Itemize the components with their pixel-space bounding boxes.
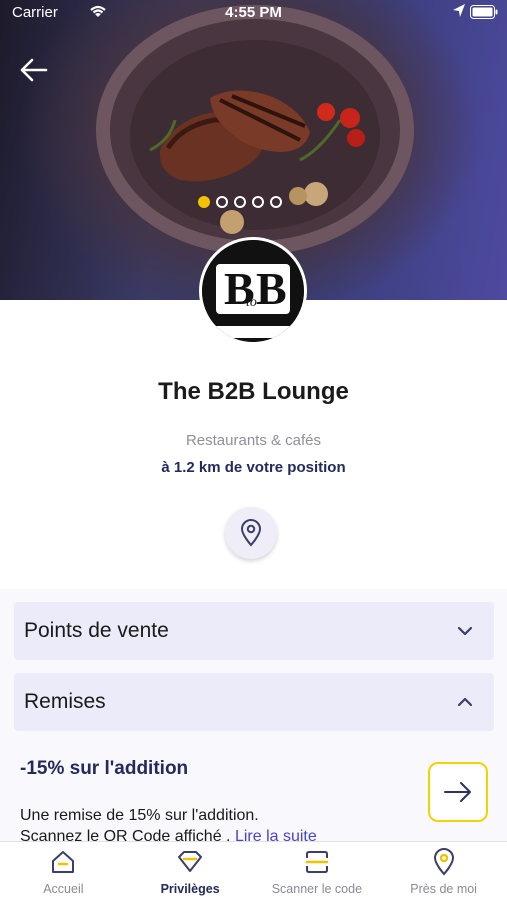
tab-accueil-label: Accueil [43,882,84,896]
tab-scanner-label: Scanner le code [271,882,363,896]
location-arrow-icon [452,3,466,23]
carousel-dot[interactable] [270,196,282,208]
svg-text:to: to [246,295,257,310]
business-distance: à 1.2 km de votre position [161,459,346,476]
points-de-vente-accordion[interactable]: Points de vente [14,602,494,660]
diamond-icon [178,851,203,872]
chevron-up-icon [457,697,473,707]
chevron-down-icon [457,626,473,636]
offer-title: -15% sur l'addition [20,758,189,779]
arrow-right-icon [444,782,471,802]
location-pin-icon [240,519,262,547]
back-button[interactable] [18,54,58,90]
business-name: The B2B Lounge [158,378,349,405]
tab-scanner[interactable]: Scanner le code [254,842,381,901]
tab-accueil[interactable]: Accueil [0,842,127,901]
status-time: 4:55 PM [225,4,282,21]
map-location-button[interactable] [225,507,277,559]
business-logo: B B to [199,237,307,345]
remises-label: Remises [24,690,106,713]
business-category: Restaurants & cafés [185,432,322,449]
tab-pres-de-moi-label: Près de moi [410,882,477,896]
tab-privileges-label: Privilèges [160,882,220,896]
home-icon [52,851,75,873]
svg-text:B: B [256,263,287,314]
location-pin-icon [433,848,454,876]
offer-open-button[interactable] [428,762,488,822]
offer-line-1: Une remise de 15% sur l'addition. [20,807,259,824]
carousel-dot[interactable] [234,196,246,208]
back-arrow-icon [20,58,48,82]
carousel-pagination[interactable] [198,196,282,210]
bottom-tab-bar: Accueil Privilèges Scanner le code Près … [0,841,507,901]
scan-icon [305,851,328,873]
carousel-dot[interactable] [252,196,264,208]
status-bar: Carrier 4:55 PM [0,0,507,26]
tab-pres-de-moi[interactable]: Près de moi [380,842,507,901]
carousel-dot[interactable] [216,196,228,208]
carousel-dot[interactable] [198,196,210,208]
tab-privileges[interactable]: Privilèges [127,842,254,901]
points-de-vente-label: Points de vente [24,619,169,642]
battery-icon [470,5,498,23]
remises-accordion[interactable]: Remises [14,673,494,731]
